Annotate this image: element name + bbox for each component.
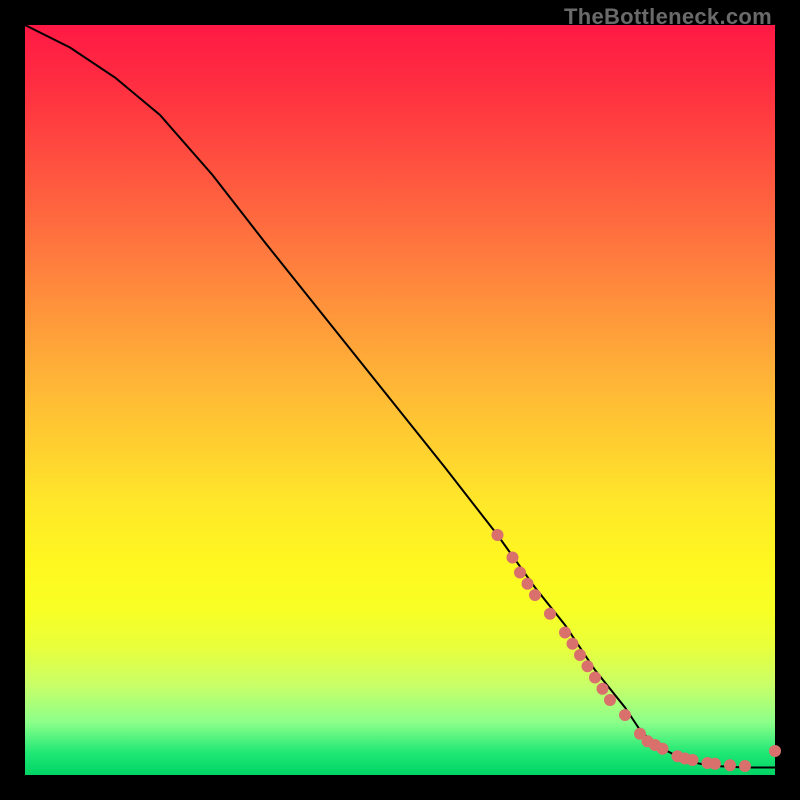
marker-dot [687,754,699,766]
marker-dot [529,589,541,601]
chart-stage: TheBottleneck.com [0,0,800,800]
curve-path [25,25,775,768]
marker-dot [522,578,534,590]
marker-dot [582,660,594,672]
marker-dot [589,672,601,684]
marker-dot [544,608,556,620]
marker-dot [739,760,751,772]
line-series [25,25,775,768]
marker-dot [567,638,579,650]
marker-dot [657,743,669,755]
marker-dot [709,758,721,770]
scatter-markers [492,529,782,772]
marker-dot [597,683,609,695]
marker-dot [492,529,504,541]
chart-overlay [25,25,775,775]
marker-dot [574,649,586,661]
marker-dot [514,567,526,579]
marker-dot [769,745,781,757]
marker-dot [507,552,519,564]
marker-dot [604,694,616,706]
marker-dot [619,709,631,721]
marker-dot [724,759,736,771]
marker-dot [559,627,571,639]
